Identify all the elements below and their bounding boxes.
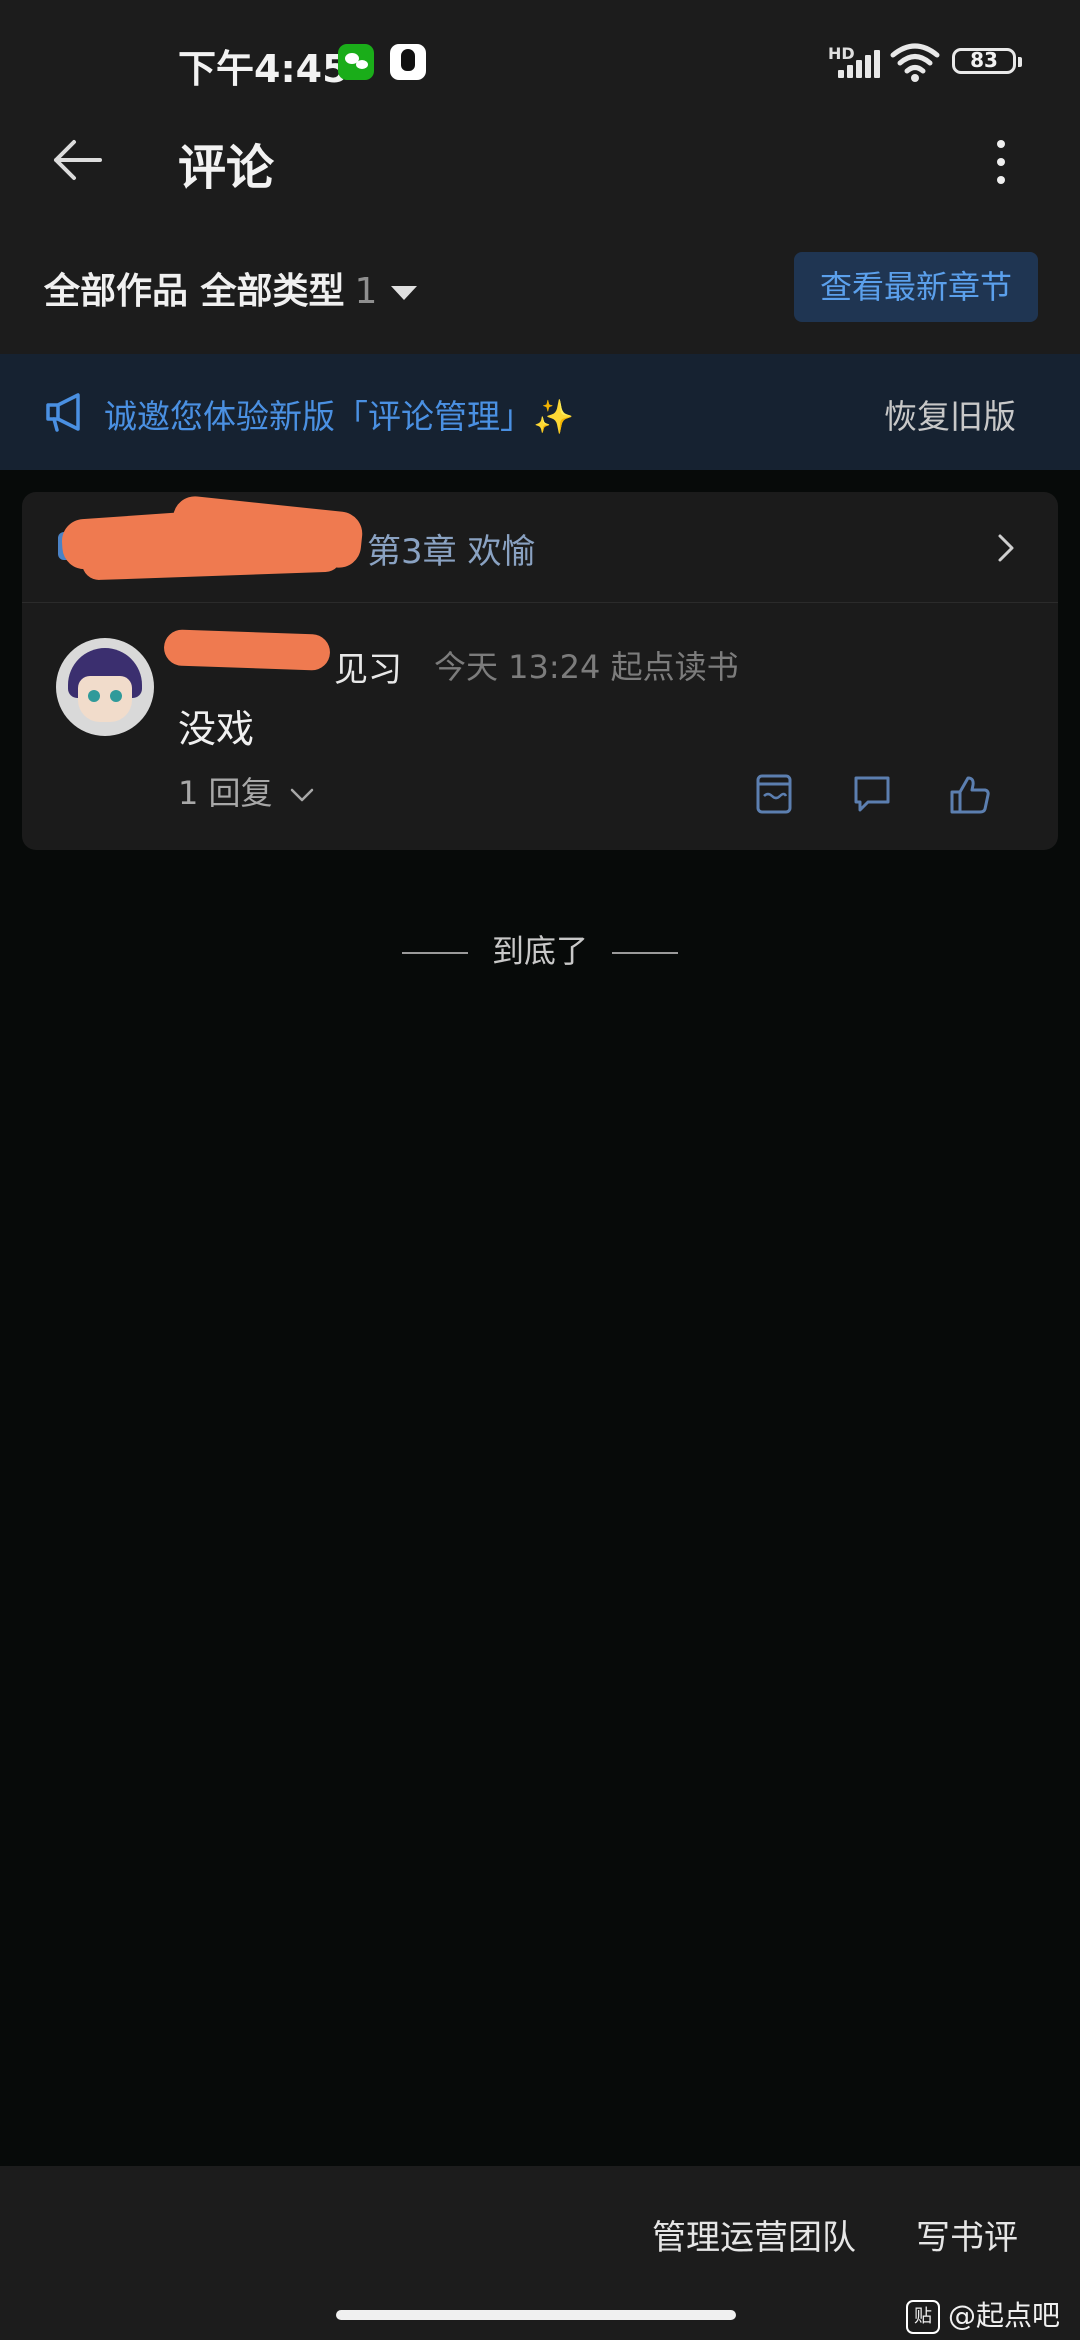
- comment-meta: 今天 13:24 起点读书: [434, 648, 739, 686]
- qq-icon: [390, 44, 426, 80]
- home-indicator[interactable]: [336, 2310, 736, 2320]
- avatar[interactable]: [56, 638, 154, 736]
- tieba-logo-icon: 贴: [906, 2300, 940, 2334]
- promo-banner[interactable]: 诚邀您体验新版「评论管理」✨ 恢复旧版: [0, 354, 1080, 470]
- nav-bar: 评论: [0, 110, 1080, 210]
- back-arrow-icon[interactable]: [48, 130, 108, 190]
- wifi-icon: [890, 43, 940, 82]
- end-of-list: 到底了: [0, 926, 1080, 972]
- caret-down-icon: [391, 286, 418, 300]
- filter-count: 1: [354, 271, 378, 312]
- chapter-row[interactable]: 第3章 欢愉: [22, 492, 1058, 603]
- divider-left: [401, 952, 468, 954]
- bottom-bar: 管理运营团队 写书评 贴 @起点吧: [0, 2166, 1080, 2340]
- more-options-icon[interactable]: [986, 130, 1016, 194]
- comment-text: 没戏: [178, 707, 255, 751]
- thumbs-up-icon[interactable]: [948, 772, 992, 816]
- manage-team-button[interactable]: 管理运营团队: [652, 2210, 856, 2259]
- view-latest-chapter-button[interactable]: 查看最新章节: [794, 252, 1038, 322]
- write-review-button[interactable]: 写书评: [916, 2210, 1018, 2259]
- filter-label: 全部作品 全部类型: [44, 271, 345, 312]
- replies-toggle[interactable]: 1 回复: [178, 768, 315, 814]
- chapter-title: 第3章 欢愉: [367, 532, 536, 572]
- signal-icon: [838, 50, 880, 78]
- end-text: 到底了: [491, 932, 588, 970]
- bookmark-card-icon[interactable]: [752, 772, 796, 816]
- status-time: 下午4:45: [178, 47, 349, 91]
- top-bar: 下午4:45 HD 83 评论 全部作品 全部类型 1 查看最新章节: [0, 0, 1080, 354]
- replies-count: 1 回复: [178, 774, 273, 812]
- filter-dropdown[interactable]: 全部作品 全部类型 1: [44, 262, 418, 314]
- divider-right: [612, 952, 678, 954]
- megaphone-icon: [46, 393, 80, 432]
- comment-card: 第3章 欢愉 见习 今天 13:24 起点读书 没戏 1 回复: [22, 492, 1058, 850]
- user-level: 见习: [334, 650, 402, 690]
- banner-text: 诚邀您体验新版「评论管理」✨: [104, 397, 575, 436]
- wechat-icon: [338, 44, 374, 80]
- chevron-right-icon: [998, 534, 1014, 562]
- page-title: 评论: [178, 140, 275, 196]
- watermark: 贴 @起点吧: [906, 2294, 1060, 2334]
- watermark-text: @起点吧: [948, 2299, 1061, 2332]
- chevron-down-icon: [290, 788, 313, 802]
- restore-old-version-link[interactable]: 恢复旧版: [884, 390, 1016, 438]
- reply-icon[interactable]: [850, 772, 894, 816]
- status-bar: 下午4:45 HD 83: [0, 0, 1080, 120]
- battery-indicator: 83: [952, 48, 1022, 74]
- battery-level: 83: [970, 48, 998, 72]
- username-redaction: [163, 629, 331, 671]
